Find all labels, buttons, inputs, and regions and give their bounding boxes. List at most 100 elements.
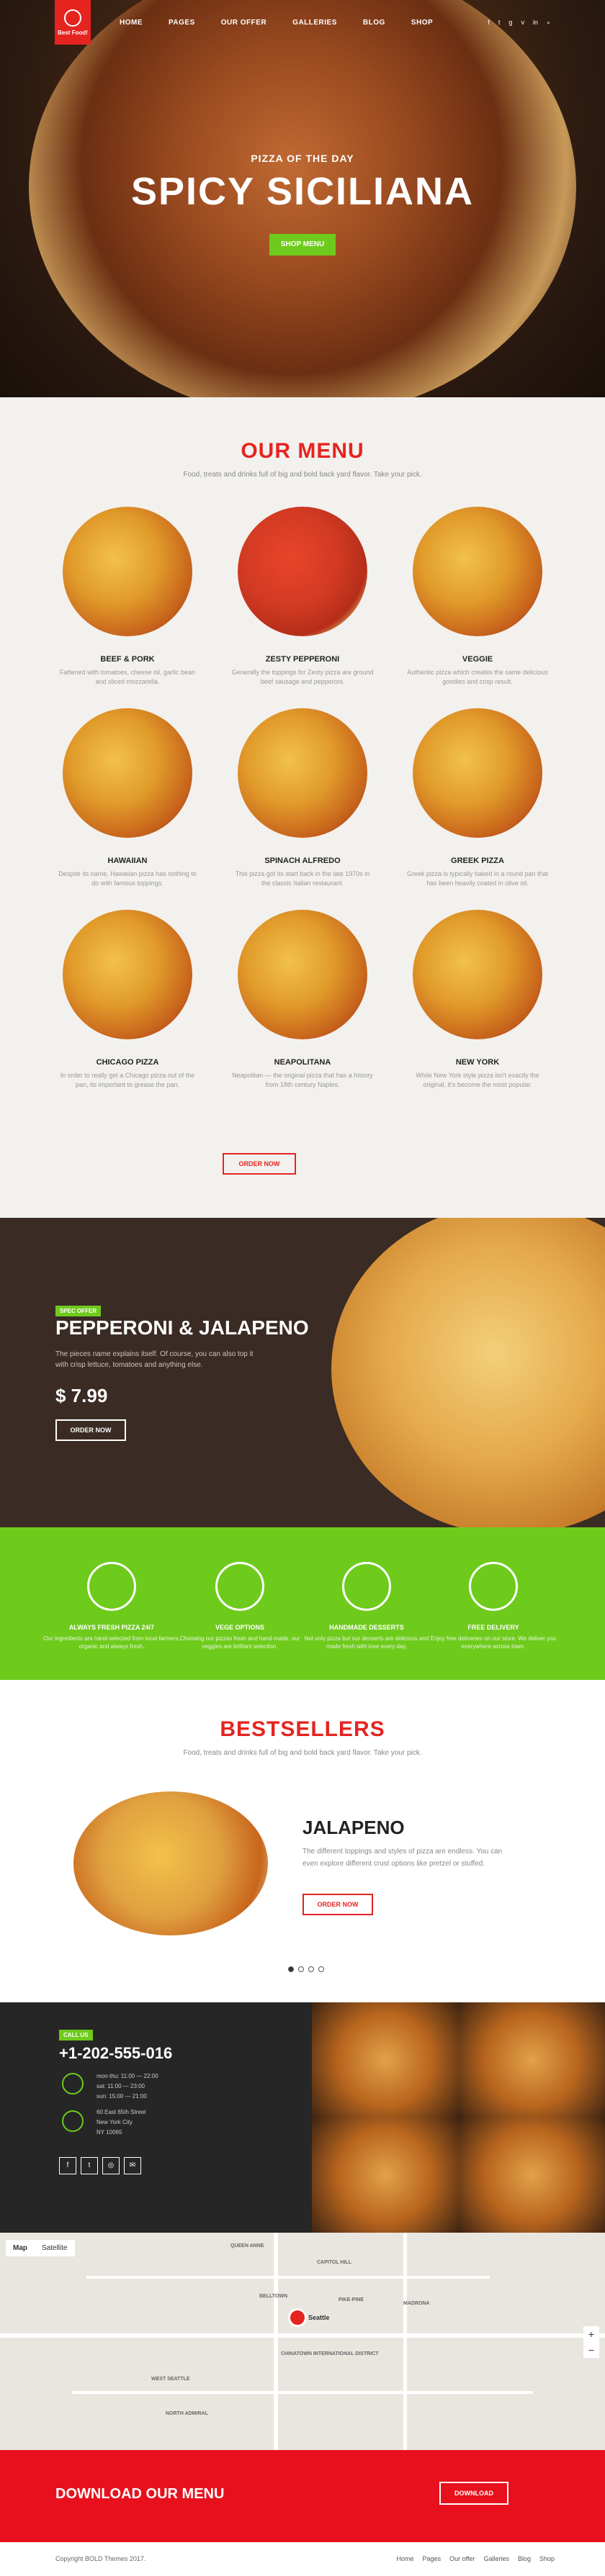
menu-item-name: GREEK PIZZA	[405, 857, 550, 865]
main-menu: HOME PAGES OUR OFFER GALLERIES BLOG SHOP	[120, 19, 433, 27]
nav-blog[interactable]: BLOG	[363, 19, 385, 27]
footer-link-home[interactable]: Home	[397, 2555, 414, 2562]
menu-item-name: CHICAGO PIZZA	[55, 1058, 200, 1067]
menu-item-name: BEEF & PORK	[55, 655, 200, 664]
bestseller-order-button[interactable]: ORDER NOW	[302, 1894, 373, 1915]
hero-section: Best Food! HOME PAGES OUR OFFER GALLERIE…	[0, 0, 605, 397]
linkedin-icon[interactable]: in	[533, 19, 538, 27]
feature-item: FREE DELIVERYEnjoy free deliveries on ou…	[425, 1562, 562, 1650]
carousel-dot[interactable]	[318, 1966, 324, 1972]
dessert-icon	[342, 1562, 391, 1611]
footer-link-galleries[interactable]: Galleries	[483, 2555, 509, 2562]
feature-title: HANDMADE DESSERTS	[298, 1624, 435, 1631]
shop-menu-button[interactable]: SHOP MENU	[269, 234, 336, 256]
menu-item[interactable]: NEAPOLITANANeapolitan — the original piz…	[230, 910, 375, 1090]
instagram-icon[interactable]: ◎	[102, 2157, 120, 2174]
menu-item[interactable]: HAWAIIANDespite its name, Hawaiian pizza…	[55, 708, 200, 888]
logo-icon	[64, 9, 81, 27]
pizza-image	[63, 507, 192, 636]
promo-order-button[interactable]: ORDER NOW	[55, 1419, 126, 1441]
hours-line: mon-thu: 11:00 — 22:00	[97, 2071, 158, 2082]
nav-home[interactable]: HOME	[120, 19, 143, 27]
twitter-icon[interactable]: t	[498, 19, 501, 27]
pizza-image	[238, 910, 367, 1039]
carousel-dot[interactable]	[308, 1966, 314, 1972]
menu-item-desc: Greek pizza is typically baked in a roun…	[405, 869, 550, 888]
nav-our-offer[interactable]: OUR OFFER	[221, 19, 266, 27]
map-label: CHINATOWN INTERNATIONAL DISTRICT	[281, 2351, 379, 2356]
menu-item[interactable]: ZESTY PEPPERONIGenerally the toppings fo…	[230, 507, 375, 687]
menu-item[interactable]: SPINACH ALFREDOThis pizza got its start …	[230, 708, 375, 888]
menu-item[interactable]: VEGGIEAuthentic pizza which creates the …	[405, 507, 550, 687]
footer-link-our-offer[interactable]: Our offer	[449, 2555, 475, 2562]
footer-link-pages[interactable]: Pages	[423, 2555, 442, 2562]
site-logo[interactable]: Best Food!	[55, 0, 91, 45]
hero-title: SPICY SICILIANA	[0, 169, 605, 214]
address: 60 East 65th Street New York City NY 100…	[97, 2107, 146, 2138]
carousel-dot[interactable]	[298, 1966, 304, 1972]
mail-icon[interactable]: ✉	[124, 2157, 141, 2174]
map-tab[interactable]: Map	[6, 2240, 35, 2256]
gallery-image[interactable]	[459, 2118, 605, 2233]
google-icon[interactable]: g	[508, 19, 512, 27]
opening-hours: mon-thu: 11:00 — 22:00 sat: 11:00 — 23:0…	[97, 2071, 158, 2102]
menu-subtitle: Food, treats and drinks full of big and …	[0, 471, 605, 479]
menu-item-desc: Generally the toppings for Zesty pizza a…	[230, 668, 375, 687]
menu-item-name: NEAPOLITANA	[230, 1058, 375, 1067]
search-icon[interactable]: ⌕	[547, 19, 550, 27]
feature-item: ALWAYS FRESH PIZZA 24/7 Our ingredients a…	[43, 1562, 180, 1650]
contact-social: f t ◎ ✉	[59, 2157, 141, 2174]
order-now-button[interactable]: ORDER NOW	[223, 1153, 296, 1175]
address-line: NY 10065	[97, 2128, 146, 2138]
gallery-image[interactable]	[459, 2002, 605, 2118]
map-label: CAPITOL HILL	[317, 2260, 351, 2265]
footer-link-blog[interactable]: Blog	[518, 2555, 531, 2562]
pizza-image	[413, 708, 542, 838]
menu-item[interactable]: BEEF & PORK Fattened with tomatoes, chees…	[55, 507, 200, 687]
nav-galleries[interactable]: GALLERIES	[292, 19, 337, 27]
map-pin-icon[interactable]	[288, 2308, 307, 2327]
promo-title: PEPPERONI & JALAPENO	[55, 1316, 309, 1339]
bestseller-name: JALAPENO	[302, 1817, 405, 1839]
hours-line: sun: 15:00 — 21:00	[97, 2092, 158, 2102]
footer-link-shop[interactable]: Shop	[539, 2555, 555, 2562]
bestseller-pizza-image	[73, 1791, 268, 1935]
zoom-out-button[interactable]: −	[583, 2342, 599, 2358]
satellite-tab[interactable]: Satellite	[35, 2240, 75, 2256]
nav-pages[interactable]: PAGES	[169, 19, 195, 27]
menu-item-desc: Fattened with tomatoes, cheese oil, garl…	[55, 668, 200, 687]
menu-item-desc: While New York style pizza isn't exactly…	[405, 1071, 550, 1090]
gallery-image[interactable]	[312, 2118, 459, 2233]
facebook-icon[interactable]: f	[488, 19, 490, 27]
nav-shop[interactable]: SHOP	[411, 19, 433, 27]
bestseller-desc: The different toppings and styles of piz…	[302, 1845, 519, 1870]
pizza-image	[413, 910, 542, 1039]
zoom-in-button[interactable]: +	[583, 2326, 599, 2342]
carousel-dot[interactable]	[288, 1966, 294, 1972]
menu-item-name: SPINACH ALFREDO	[230, 857, 375, 865]
twitter-icon[interactable]: t	[81, 2157, 98, 2174]
menu-item[interactable]: GREEK PIZZA Greek pizza is typically bake…	[405, 708, 550, 888]
download-button[interactable]: DOWNLOAD	[439, 2482, 508, 2505]
feature-desc: Our ingredients are hand-selected from l…	[43, 1635, 180, 1650]
menu-item-desc: Authentic pizza which creates the same d…	[405, 668, 550, 687]
map-label: MADRONA	[403, 2301, 430, 2306]
hero-subtitle: PIZZA OF THE DAY	[0, 153, 605, 164]
map-section[interactable]: Map Satellite QUEEN ANNE CAPITOL HILL BE…	[0, 2233, 605, 2450]
facebook-icon[interactable]: f	[59, 2157, 76, 2174]
delivery-box-icon	[469, 1562, 518, 1611]
photo-gallery	[312, 2002, 605, 2233]
menu-item[interactable]: CHICAGO PIZZAIn order to really get a Ch…	[55, 910, 200, 1090]
feature-title: ALWAYS FRESH PIZZA 24/7	[43, 1624, 180, 1631]
map-city-label: Seattle	[308, 2314, 330, 2321]
map-label: BELLTOWN	[259, 2294, 287, 2299]
map-road	[86, 2276, 490, 2279]
address-line: 60 East 65th Street	[97, 2107, 146, 2118]
vimeo-icon[interactable]: v	[521, 19, 524, 27]
menu-item[interactable]: NEW YORKWhile New York style pizza isn't…	[405, 910, 550, 1090]
gallery-image[interactable]	[312, 2002, 459, 2118]
menu-title: OUR MENU	[0, 439, 605, 464]
carousel-dots	[288, 1966, 324, 1972]
phone-number[interactable]: +1-202-555-016	[59, 2044, 172, 2063]
address-line: New York City	[97, 2118, 146, 2128]
